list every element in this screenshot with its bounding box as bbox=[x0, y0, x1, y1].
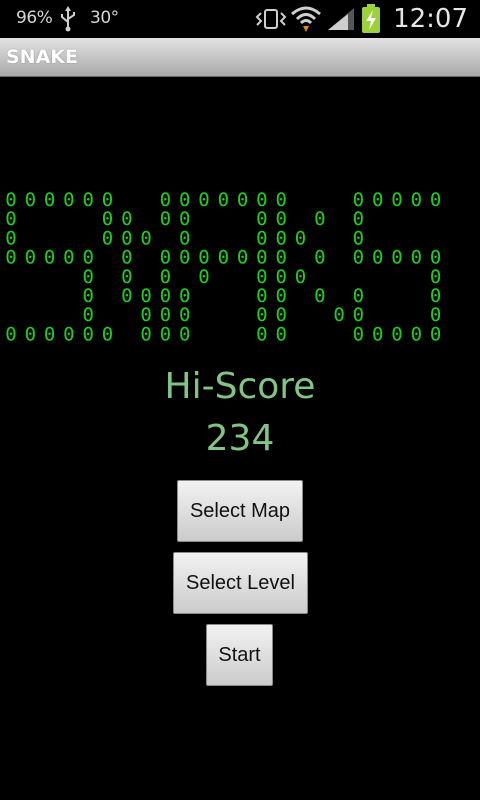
logo-cell: 0 bbox=[179, 323, 190, 345]
logo-cell: 0 bbox=[63, 247, 74, 269]
logo-cell: 0 bbox=[198, 266, 209, 288]
logo-cell: 0 bbox=[179, 247, 190, 269]
logo-cell: 0 bbox=[333, 304, 344, 326]
logo-cell: 0 bbox=[198, 189, 209, 211]
logo-cell: 0 bbox=[25, 247, 36, 269]
logo-cell: 0 bbox=[102, 323, 113, 345]
signal-icon bbox=[328, 8, 354, 30]
logo-cell: 0 bbox=[121, 285, 132, 307]
logo-cell: 0 bbox=[63, 323, 74, 345]
logo-cell: 0 bbox=[314, 285, 325, 307]
hiscore-value: 234 bbox=[205, 418, 275, 459]
logo-cell: 0 bbox=[314, 208, 325, 230]
start-button[interactable]: Start bbox=[206, 624, 273, 686]
temperature-text: 30° bbox=[90, 8, 119, 28]
logo-cell: 0 bbox=[237, 189, 248, 211]
logo-cell: 0 bbox=[82, 323, 93, 345]
logo-cell: 0 bbox=[5, 323, 16, 345]
logo-cell: 0 bbox=[218, 247, 229, 269]
logo-cell: 0 bbox=[391, 247, 402, 269]
logo-cell: 0 bbox=[372, 323, 383, 345]
logo-cell: 0 bbox=[218, 189, 229, 211]
logo-cell: 0 bbox=[44, 247, 55, 269]
logo-cell: 0 bbox=[44, 323, 55, 345]
logo-cell: 0 bbox=[160, 323, 171, 345]
logo-cell: 0 bbox=[353, 323, 364, 345]
logo-cell: 0 bbox=[102, 227, 113, 249]
snake-logo: 0 0 0 0 0 0 0 0 0 0 0 0 0 0 0 0 0 00 0 0 0 0 0 0 0 00 0 0 0 0 0 0 0 00 0 0 0… bbox=[5, 189, 441, 345]
logo-cell: 0 bbox=[44, 189, 55, 211]
clock-text: 12:07 bbox=[393, 4, 468, 34]
usb-icon bbox=[61, 6, 75, 32]
logo-cell: 0 bbox=[411, 323, 422, 345]
logo-cell: 0 bbox=[391, 189, 402, 211]
logo-cell: 0 bbox=[25, 323, 36, 345]
logo-cell: 0 bbox=[295, 227, 306, 249]
logo-cell: 0 bbox=[411, 189, 422, 211]
status-bar: 96% 30° 12:07 bbox=[0, 0, 480, 38]
logo-cell: 0 bbox=[372, 247, 383, 269]
logo-cell: 0 bbox=[25, 189, 36, 211]
logo-cell: 0 bbox=[5, 247, 16, 269]
select-level-button[interactable]: Select Level bbox=[173, 552, 308, 614]
logo-cell: 0 bbox=[314, 247, 325, 269]
logo-cell: 0 bbox=[353, 247, 364, 269]
logo-cell: 0 bbox=[391, 323, 402, 345]
logo-cell: 0 bbox=[372, 189, 383, 211]
logo-cell: 0 bbox=[82, 189, 93, 211]
battery-charging-icon bbox=[362, 4, 380, 33]
select-map-button[interactable]: Select Map bbox=[177, 480, 303, 542]
logo-cell: 0 bbox=[430, 189, 441, 211]
wifi-icon bbox=[291, 6, 321, 32]
logo-cell: 0 bbox=[140, 227, 151, 249]
battery-percent: 96% bbox=[16, 8, 53, 28]
app-title-bar: SNAKE bbox=[0, 38, 480, 77]
hiscore-label: Hi-Score bbox=[164, 366, 316, 407]
vibrate-icon bbox=[255, 9, 287, 29]
app-title: SNAKE bbox=[6, 46, 78, 68]
logo-cell: 0 bbox=[295, 266, 306, 288]
logo-cell: 0 bbox=[140, 323, 151, 345]
logo-cell: 0 bbox=[63, 189, 74, 211]
logo-cell: 0 bbox=[411, 247, 422, 269]
logo-cell: 0 bbox=[430, 323, 441, 345]
logo-cell: 0 bbox=[160, 208, 171, 230]
logo-cell: 0 bbox=[275, 323, 286, 345]
logo-cell: 0 bbox=[237, 247, 248, 269]
logo-cell: 0 bbox=[256, 323, 267, 345]
